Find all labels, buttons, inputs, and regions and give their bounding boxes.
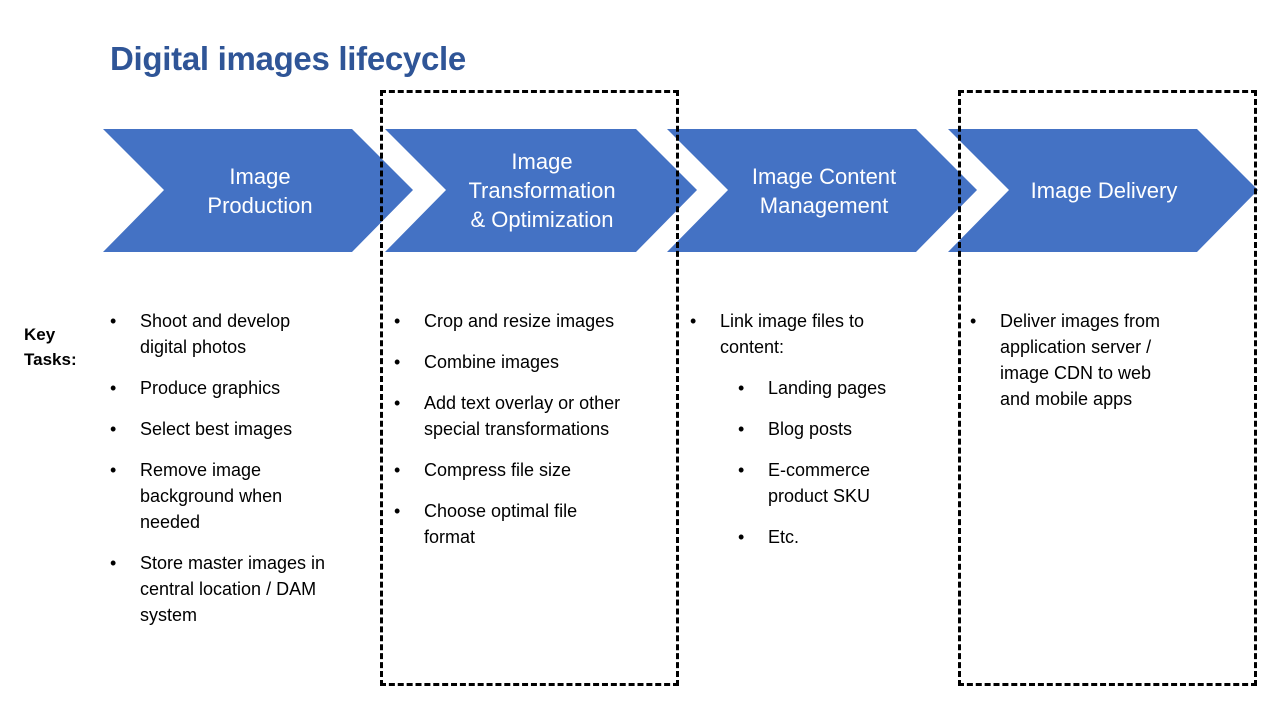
sub-task-item: Blog posts — [738, 416, 910, 442]
task-item: Remove image background when needed — [110, 457, 330, 535]
stage-1-label: Image Production — [170, 129, 350, 252]
stage-3-label-line: Image Content — [751, 163, 897, 189]
key-tasks-label-line: Key — [24, 325, 56, 344]
sub-task-item: Etc. — [738, 524, 910, 550]
task-item: Add text overlay or other special transf… — [394, 390, 624, 442]
task-item: Select best images — [110, 416, 330, 442]
sub-task-item: Landing pages — [738, 375, 910, 401]
task-item: Deliver images from application server /… — [970, 308, 1170, 412]
stage-3-label: Image Content Management — [732, 129, 916, 252]
stage-1-label-line: Production — [207, 192, 313, 218]
task-list-delivery: Deliver images from application server /… — [970, 308, 1170, 427]
task-item: Compress file size — [394, 457, 624, 483]
task-item: Link image files to content: — [690, 308, 910, 360]
task-list-content-management: Link image files to content: Landing page… — [690, 308, 910, 565]
task-item: Choose optimal file format — [394, 498, 624, 550]
task-list-production: Shoot and develop digital photos Produce … — [110, 308, 330, 643]
task-item: Produce graphics — [110, 375, 330, 401]
task-item: Crop and resize images — [394, 308, 624, 334]
task-item: Combine images — [394, 349, 624, 375]
task-list-transformation: Crop and resize images Combine images Add … — [394, 308, 624, 565]
stage-3-label-line: Management — [759, 192, 889, 218]
key-tasks-label-line: Tasks: — [24, 350, 77, 369]
key-tasks-label: Key Tasks: — [24, 322, 77, 372]
sub-task-item: E-commerce product SKU — [738, 457, 910, 509]
stage-1-label-line: Image — [229, 163, 291, 189]
task-item: Store master images in central location … — [110, 550, 330, 628]
task-item: Shoot and develop digital photos — [110, 308, 330, 360]
